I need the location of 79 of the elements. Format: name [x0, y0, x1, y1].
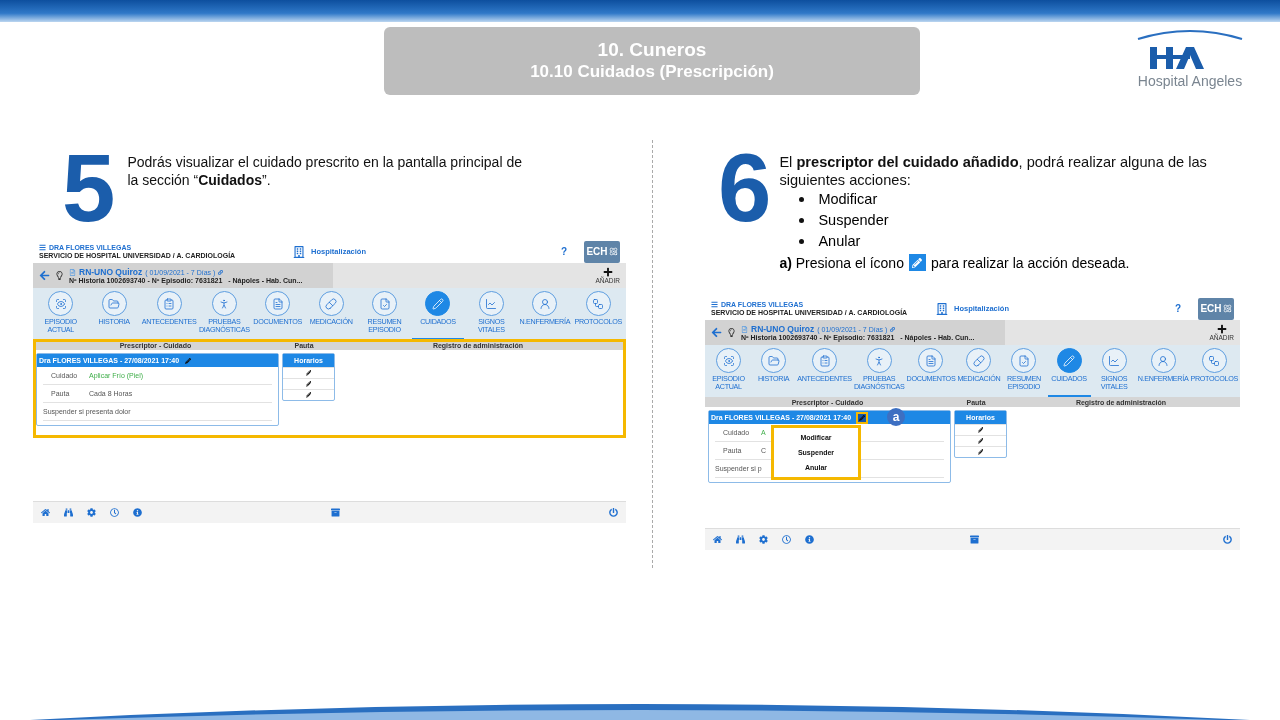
hospital-logo-icon: [1136, 29, 1244, 71]
bullet-dot: [799, 218, 805, 223]
help-button[interactable]: ?: [560, 246, 567, 257]
pill-icon: [318, 291, 344, 316]
report-icon: [372, 291, 398, 316]
document-icon: [69, 268, 76, 276]
report-icon: [1011, 348, 1037, 373]
edit-icon[interactable]: [305, 370, 312, 376]
edit-icon[interactable]: [977, 427, 984, 433]
binoculars-icon[interactable]: [64, 508, 73, 517]
action-item: Modificar: [818, 190, 878, 209]
slide-subtitle: 10.10 Cuidados (Prescripción): [530, 61, 774, 83]
instruction-text: para realizar la acción deseada.: [930, 254, 1130, 271]
clock-icon[interactable]: [782, 535, 791, 544]
workflow-icon: [585, 291, 611, 316]
back-icon[interactable]: [39, 270, 50, 281]
chart-icon: [478, 291, 504, 316]
bulb-icon: [727, 328, 736, 337]
edit-icon[interactable]: [856, 411, 869, 424]
step-number: 5: [62, 150, 116, 240]
step-text: Podrás visualizar el cuidado prescrito en la pantalla principal de la sección “Cuidados”.: [127, 153, 523, 190]
bullet-dot: [799, 239, 805, 244]
document-icon: [741, 325, 748, 333]
settings-icon[interactable]: [759, 535, 768, 544]
help-button[interactable]: ?: [1174, 303, 1181, 314]
eye-icon: [716, 348, 742, 373]
link-icon[interactable]: [890, 326, 896, 332]
info-icon[interactable]: [133, 508, 142, 517]
power-icon[interactable]: [1223, 535, 1232, 544]
link-icon[interactable]: [218, 269, 224, 275]
settings-icon[interactable]: [87, 508, 96, 517]
step-badge: a: [887, 408, 905, 426]
document-icon: [265, 291, 291, 316]
pencil-icon: [425, 291, 451, 316]
pencil-icon: [1056, 348, 1082, 373]
building-icon: [936, 302, 948, 315]
add-icon[interactable]: [602, 267, 613, 277]
edit-icon[interactable]: [977, 438, 984, 444]
brand-logo: ECH: [1198, 297, 1234, 320]
document-icon: [918, 348, 944, 373]
building-icon: [293, 245, 305, 258]
add-icon[interactable]: [1216, 324, 1227, 334]
power-icon[interactable]: [609, 508, 618, 517]
person-icon: [211, 291, 237, 316]
edit-icon[interactable]: [305, 392, 312, 398]
hospital-name: Hospital Angeles: [1137, 73, 1243, 89]
patient-name: RN-UNO Quiroz: [79, 267, 143, 277]
action-item: Suspender: [818, 211, 889, 230]
folder-icon: [101, 291, 127, 316]
menu-icon[interactable]: [711, 301, 718, 308]
eye-icon: [48, 291, 74, 316]
archive-icon[interactable]: [970, 535, 979, 544]
bulb-icon: [55, 271, 64, 280]
info-icon[interactable]: [805, 535, 814, 544]
back-icon[interactable]: [711, 327, 722, 338]
step-text: El prescriptor del cuidado añadido, podrá realizar alguna de las siguientes acciones:: [779, 153, 1208, 189]
clipboard-icon: [812, 348, 837, 373]
edit-icon[interactable]: [977, 449, 984, 455]
home-icon[interactable]: [713, 535, 722, 544]
workflow-icon: [1201, 348, 1227, 373]
patient-name: RN-UNO Quiroz: [751, 324, 815, 334]
menu-icon[interactable]: [39, 244, 46, 251]
chart-icon: [1101, 348, 1127, 373]
brand-logo: ECH: [584, 240, 620, 263]
instruction-text: a) Presiona el ícono: [779, 254, 904, 271]
clock-icon[interactable]: [110, 508, 119, 517]
pencil-icon: [908, 254, 926, 271]
person-icon: [866, 348, 892, 373]
clipboard-icon: [156, 291, 182, 316]
edit-icon[interactable]: [305, 381, 312, 387]
action-item: Anular: [818, 232, 861, 251]
step-number: 6: [718, 150, 772, 243]
binoculars-icon[interactable]: [736, 535, 745, 544]
archive-icon[interactable]: [331, 508, 340, 517]
home-icon[interactable]: [41, 508, 50, 517]
folder-icon: [761, 348, 787, 373]
bullet-dot: [799, 197, 805, 202]
slide-title: 10. Cuneros: [597, 39, 707, 61]
pill-icon: [966, 348, 992, 373]
